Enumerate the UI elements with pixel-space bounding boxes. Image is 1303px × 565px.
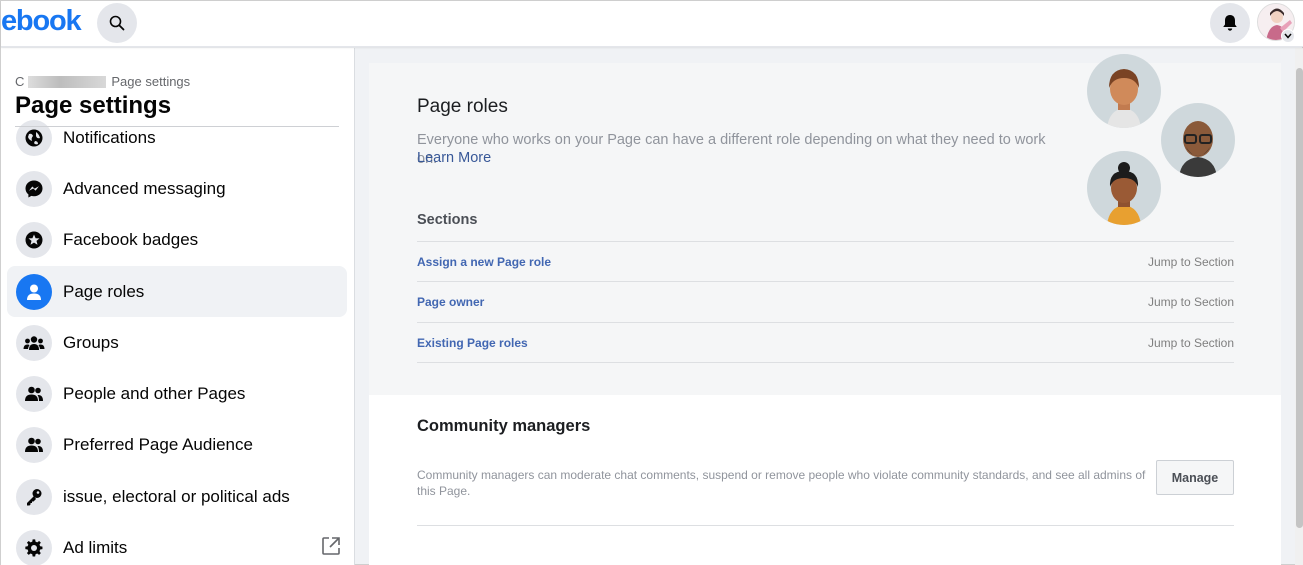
community-managers-title: Community managers (417, 417, 591, 435)
settings-sidebar: C Page settings Page settings Notificati… (1, 48, 355, 565)
sidebar-item-ad-limits[interactable]: Ad limits (7, 522, 347, 565)
breadcrumb-current: Page settings (111, 74, 191, 89)
sidebar-item-label: People and other Pages (63, 384, 246, 404)
sidebar-item-political-ads[interactable]: issue, electoral or political ads (7, 471, 347, 522)
community-managers-description: Community managers can moderate chat com… (417, 468, 1146, 498)
notifications-button[interactable] (1210, 3, 1250, 43)
learn-more-link[interactable]: Learn More (417, 150, 491, 166)
external-link-icon[interactable] (321, 536, 341, 561)
page-scrollbar[interactable] (1295, 48, 1303, 565)
sidebar-item-label: Advanced messaging (63, 178, 226, 198)
main-content: Page roles Everyone who works on your Pa… (369, 54, 1281, 565)
sidebar-list: Notifications Advanced messaging Faceboo… (7, 112, 347, 565)
sidebar-item-people-and-other-pages[interactable]: People and other Pages (7, 368, 347, 419)
section-row: Assign a new Page role Jump to Section (417, 241, 1234, 282)
person-illustration-1 (1087, 54, 1161, 128)
sidebar-item-label: Facebook badges (63, 230, 199, 250)
bell-icon (1223, 15, 1237, 31)
search-icon (109, 15, 125, 31)
gear-icon (16, 530, 52, 565)
messenger-icon (16, 170, 52, 207)
jump-to-section-link[interactable]: Jump to Section (1148, 295, 1234, 309)
sidebar-item-label: Ad limits (63, 538, 128, 558)
section-link-page-owner[interactable]: Page owner (417, 295, 484, 309)
sidebar-item-facebook-badges[interactable]: Facebook badges (7, 215, 347, 266)
breadcrumb-prefix[interactable]: C (15, 74, 24, 89)
groups-icon (16, 324, 52, 361)
sidebar-item-groups[interactable]: Groups (7, 317, 347, 368)
section-link-assign-role[interactable]: Assign a new Page role (417, 255, 551, 269)
sections-heading: Sections (417, 212, 478, 228)
sidebar-item-label: Preferred Page Audience (63, 435, 253, 455)
section-row: Page owner Jump to Section (417, 281, 1234, 322)
section-link-existing-roles[interactable]: Existing Page roles (417, 336, 528, 350)
person-illustration-2 (1161, 103, 1235, 177)
community-managers-card: Community managers Community managers ca… (369, 395, 1281, 565)
jump-to-section-link[interactable]: Jump to Section (1148, 255, 1234, 269)
sidebar-item-label: Groups (63, 332, 119, 352)
facebook-logo[interactable]: ebook (1, 5, 82, 38)
top-navigation-bar: ebook (1, 1, 1303, 47)
person-illustration-3 (1087, 151, 1161, 225)
redacted-page-name (28, 75, 107, 88)
account-menu-button[interactable] (1257, 3, 1297, 43)
page-roles-card: Page roles Everyone who works on your Pa… (369, 54, 1281, 395)
people-icon (16, 376, 52, 413)
sidebar-item-label: Page roles (63, 281, 145, 301)
sidebar-item-page-roles[interactable]: Page roles (7, 265, 347, 318)
sidebar-item-preferred-page-audience[interactable]: Preferred Page Audience (7, 420, 347, 471)
people-icon (16, 427, 52, 464)
search-button[interactable] (97, 3, 137, 43)
person-icon (16, 273, 52, 310)
section-title: Page roles (417, 96, 508, 117)
sidebar-title-divider (15, 126, 339, 127)
scrollbar-thumb[interactable] (1296, 68, 1303, 528)
badge-icon (16, 222, 52, 259)
section-description: Everyone who works on your Page can have… (417, 132, 1046, 167)
key-icon (16, 478, 52, 515)
breadcrumb: C Page settings (15, 74, 190, 89)
sidebar-item-advanced-messaging[interactable]: Advanced messaging (7, 163, 347, 214)
section-row: Existing Page roles Jump to Section (417, 322, 1234, 363)
sidebar-item-label: Notifications (63, 127, 156, 147)
manage-button[interactable]: Manage (1156, 460, 1234, 495)
sidebar-item-notifications[interactable]: Notifications (7, 112, 347, 163)
sidebar-item-label: issue, electoral or political ads (63, 486, 290, 506)
jump-to-section-link[interactable]: Jump to Section (1148, 336, 1234, 350)
chevron-down-icon (1281, 29, 1295, 43)
divider (417, 525, 1234, 526)
